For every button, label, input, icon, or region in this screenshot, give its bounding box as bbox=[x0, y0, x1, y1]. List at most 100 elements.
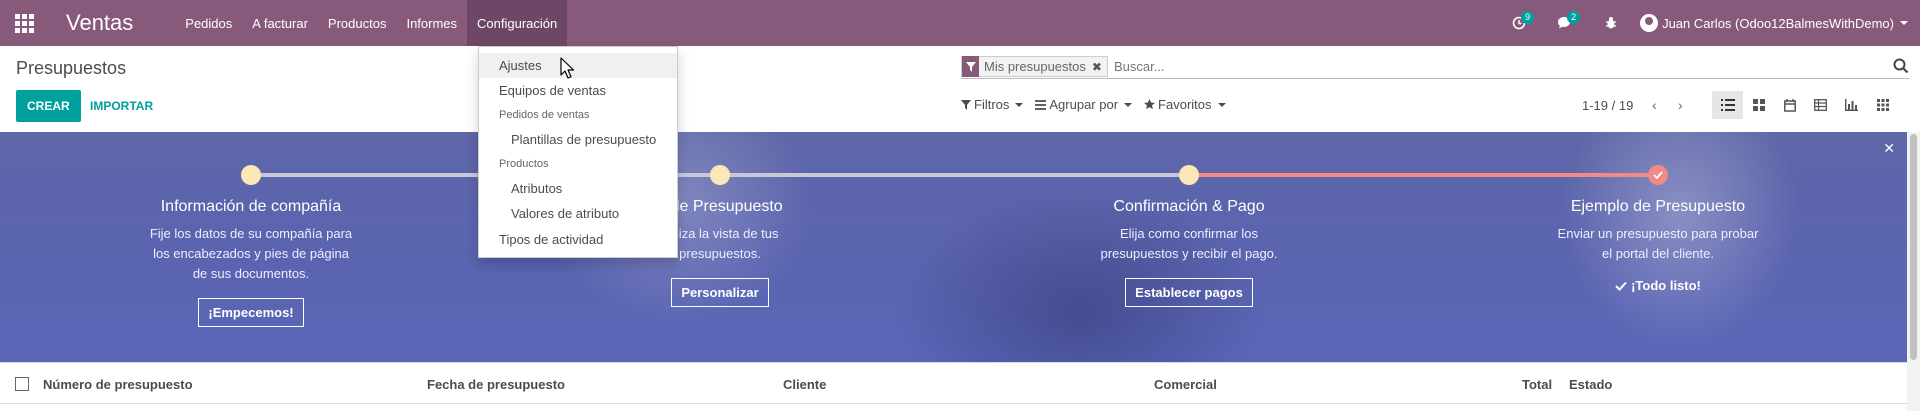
remove-facet-icon[interactable]: ✖ bbox=[1090, 60, 1107, 74]
menu-configuracion[interactable]: Configuración bbox=[467, 0, 568, 46]
start-button[interactable]: ¡Empecemos! bbox=[198, 298, 304, 327]
step-title: Confirmación & Pago bbox=[1113, 198, 1265, 215]
table-header: Número de presupuesto Fecha de presupues… bbox=[0, 362, 1907, 404]
step-company: Información de compañía Fije los datos d… bbox=[91, 198, 411, 327]
step-dot bbox=[710, 165, 730, 185]
filter-icon bbox=[961, 99, 971, 110]
check-icon bbox=[1653, 171, 1663, 179]
menu-informes[interactable]: Informes bbox=[396, 0, 467, 46]
messages-button[interactable]: 2 bbox=[1542, 0, 1588, 46]
activity-view-icon[interactable] bbox=[1867, 91, 1898, 119]
close-icon[interactable]: ✕ bbox=[1883, 140, 1895, 157]
apps-grid-icon bbox=[14, 13, 34, 33]
done-label: ¡Todo listo! bbox=[1631, 278, 1701, 293]
app-brand[interactable]: Ventas bbox=[66, 10, 133, 36]
create-button[interactable]: CREAR bbox=[16, 90, 81, 122]
graph-view-icon[interactable] bbox=[1836, 91, 1867, 119]
onboarding-banner: Información de compañía Fije los datos d… bbox=[0, 132, 1907, 362]
step-desc: el portal del cliente. bbox=[1601, 246, 1714, 261]
import-button[interactable]: IMPORTAR bbox=[90, 90, 153, 122]
step-title: Ejemplo de Presupuesto bbox=[1570, 198, 1746, 215]
search-facet: Mis presupuestos ✖ bbox=[961, 56, 1108, 77]
scrollbar-thumb[interactable] bbox=[1910, 134, 1917, 360]
progress-line-done bbox=[1189, 173, 1658, 177]
customize-button[interactable]: Personalizar bbox=[671, 278, 769, 307]
select-all-checkbox[interactable] bbox=[15, 377, 29, 391]
pager-next-icon[interactable]: › bbox=[1667, 97, 1693, 113]
step-dot bbox=[241, 165, 261, 185]
page-title: Presupuestos bbox=[16, 58, 127, 78]
list-view-icon[interactable] bbox=[1712, 91, 1743, 119]
step-sample-quotation: Ejemplo de Presupuesto Enviar un presupu… bbox=[1498, 198, 1818, 294]
search-options: Filtros Agrupar por Favoritos bbox=[961, 97, 1238, 112]
menu-plantillas[interactable]: Plantillas de presupuesto bbox=[479, 127, 677, 152]
apps-menu-button[interactable] bbox=[0, 0, 48, 46]
avatar bbox=[1640, 14, 1659, 32]
star-icon bbox=[1144, 99, 1155, 110]
filters-dropdown[interactable]: Filtros bbox=[961, 97, 1024, 112]
step-desc: presupuestos y recibir el pago. bbox=[1100, 246, 1278, 261]
search-icon[interactable] bbox=[1893, 58, 1909, 74]
caret-down-icon bbox=[1217, 102, 1226, 107]
column-salesperson[interactable]: Comercial bbox=[1154, 377, 1217, 392]
menu-productos[interactable]: Productos bbox=[318, 0, 397, 46]
favorites-label: Favoritos bbox=[1158, 97, 1212, 112]
view-switcher bbox=[1712, 91, 1898, 119]
pager-previous-icon[interactable]: ‹ bbox=[1641, 97, 1667, 113]
groupby-dropdown[interactable]: Agrupar por bbox=[1035, 97, 1133, 112]
menu-header-pedidos: Pedidos de ventas bbox=[499, 109, 590, 121]
step-desc: Fije los datos de su compañía para bbox=[149, 226, 353, 241]
column-status[interactable]: Estado bbox=[1569, 377, 1612, 392]
calendar-view-icon[interactable] bbox=[1774, 91, 1805, 119]
column-number[interactable]: Número de presupuesto bbox=[43, 377, 193, 392]
step-title: Información de compañía bbox=[160, 198, 342, 215]
favorites-dropdown[interactable]: Favoritos bbox=[1144, 97, 1226, 112]
caret-down-icon bbox=[1015, 102, 1024, 107]
search-bar: Mis presupuestos ✖ bbox=[961, 55, 1909, 79]
step-desc: Enviar un presupuesto para probar bbox=[1557, 226, 1759, 241]
menu-valores-de-atributo[interactable]: Valores de atributo bbox=[479, 201, 677, 226]
menu-equipos-de-ventas[interactable]: Equipos de ventas bbox=[479, 78, 677, 103]
menu-atributos[interactable]: Atributos bbox=[479, 176, 677, 201]
step-done: ¡Todo listo! bbox=[1615, 278, 1701, 293]
menu-pedidos[interactable]: Pedidos bbox=[175, 0, 242, 46]
column-customer[interactable]: Cliente bbox=[783, 377, 826, 392]
top-navbar: Ventas Pedidos A facturar Productos Info… bbox=[0, 0, 1920, 46]
set-payments-button[interactable]: Establecer pagos bbox=[1125, 278, 1253, 307]
kanban-view-icon[interactable] bbox=[1743, 91, 1774, 119]
messages-badge: 2 bbox=[1567, 11, 1581, 24]
column-total[interactable]: Total bbox=[1522, 377, 1552, 392]
step-desc: de sus documentos. bbox=[192, 266, 310, 281]
pivot-view-icon[interactable] bbox=[1805, 91, 1836, 119]
step-confirmation-payment: Confirmación & Pago Elija como confirmar… bbox=[1029, 198, 1349, 307]
step-desc: los encabezados y pies de página bbox=[153, 246, 349, 261]
groupby-label: Agrupar por bbox=[1049, 97, 1119, 112]
configuration-dropdown: Ajustes Equipos de ventas Pedidos de ven… bbox=[478, 46, 678, 258]
search-input[interactable] bbox=[1113, 59, 1814, 74]
menu-header-productos: Productos bbox=[499, 158, 549, 170]
step-dot bbox=[1179, 165, 1199, 185]
step-desc: Elija como confirmar los bbox=[1120, 226, 1258, 241]
column-date[interactable]: Fecha de presupuesto bbox=[427, 377, 565, 392]
menu-tipos-de-actividad[interactable]: Tipos de actividad bbox=[479, 227, 677, 252]
facet-label: Mis presupuestos bbox=[984, 59, 1086, 74]
systray: 9 2 Juan Carlos (Odoo12BalmesWithDemo) bbox=[1496, 0, 1920, 46]
activity-button[interactable]: 9 bbox=[1496, 0, 1542, 46]
user-name: Juan Carlos (Odoo12BalmesWithDemo) bbox=[1662, 15, 1894, 31]
user-menu[interactable]: Juan Carlos (Odoo12BalmesWithDemo) bbox=[1634, 14, 1920, 32]
bug-icon bbox=[1606, 17, 1617, 29]
menu-a-facturar[interactable]: A facturar bbox=[242, 0, 318, 46]
debug-button[interactable] bbox=[1588, 0, 1634, 46]
pager-value[interactable]: 1-19 / 19 bbox=[1582, 98, 1633, 113]
check-icon bbox=[1615, 281, 1627, 291]
menu-ajustes[interactable]: Ajustes bbox=[479, 53, 677, 78]
step-done-dot bbox=[1648, 165, 1668, 185]
mouse-cursor-icon bbox=[560, 57, 574, 79]
activity-badge: 9 bbox=[1521, 11, 1535, 24]
scrollbar[interactable] bbox=[1907, 132, 1920, 411]
filters-label: Filtros bbox=[974, 97, 1010, 112]
bars-icon bbox=[1035, 99, 1047, 110]
filter-icon bbox=[962, 56, 979, 77]
caret-down-icon bbox=[1124, 102, 1133, 107]
caret-down-icon bbox=[1900, 21, 1908, 25]
